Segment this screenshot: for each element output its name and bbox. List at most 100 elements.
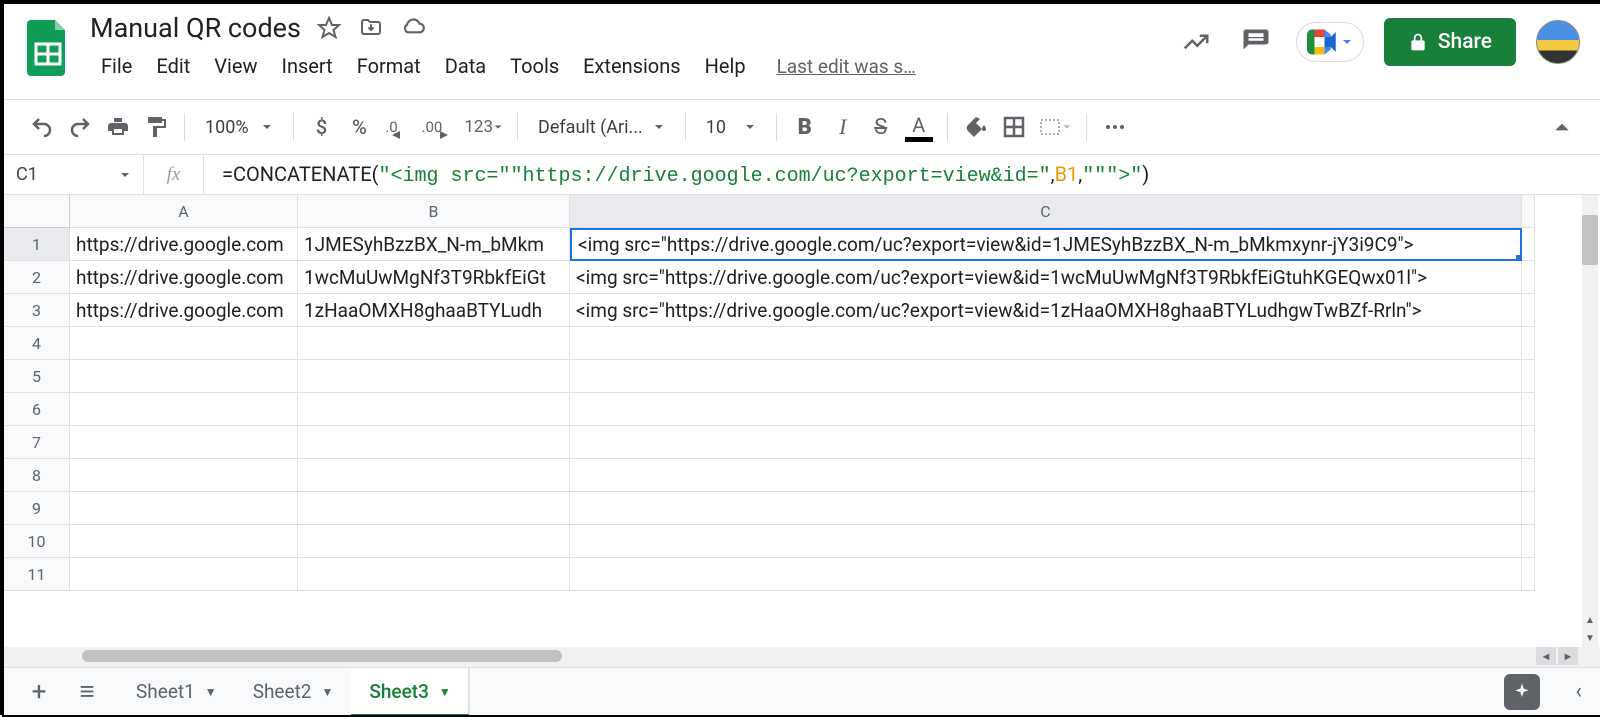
cell-B1[interactable]: 1JMESyhBzzBX_N-m_bMkm xyxy=(298,228,570,261)
menu-format[interactable]: Format xyxy=(346,50,432,82)
cell-extra[interactable] xyxy=(1522,492,1535,525)
scroll-thumb[interactable] xyxy=(1582,215,1598,265)
print-button[interactable] xyxy=(100,109,136,145)
cell-B11[interactable] xyxy=(298,558,570,591)
comments-icon[interactable] xyxy=(1236,22,1276,62)
cell-C7[interactable] xyxy=(570,426,1522,459)
share-button[interactable]: Share xyxy=(1384,18,1516,66)
user-avatar[interactable] xyxy=(1536,20,1580,64)
decrease-decimal-button[interactable]: .0 xyxy=(380,109,416,145)
menu-data[interactable]: Data xyxy=(434,50,497,82)
menu-view[interactable]: View xyxy=(203,50,268,82)
cell-extra[interactable] xyxy=(1522,360,1535,393)
bold-button[interactable]: B xyxy=(787,109,823,145)
increase-decimal-button[interactable]: .00 xyxy=(418,109,459,145)
last-edit-link[interactable]: Last edit was s… xyxy=(777,55,916,78)
meet-button[interactable] xyxy=(1296,22,1364,62)
menu-tools[interactable]: Tools xyxy=(499,50,570,82)
hscroll-thumb[interactable] xyxy=(82,650,562,662)
star-icon[interactable] xyxy=(315,14,343,42)
cell-extra[interactable] xyxy=(1522,393,1535,426)
cell-extra[interactable] xyxy=(1522,426,1535,459)
col-header-A[interactable]: A xyxy=(70,195,298,228)
text-color-button[interactable]: A xyxy=(901,109,937,145)
menu-extensions[interactable]: Extensions xyxy=(572,50,691,82)
font-dropdown[interactable]: Default (Ari... xyxy=(528,117,675,138)
cell-B4[interactable] xyxy=(298,327,570,360)
cell-B2[interactable]: 1wcMuUwMgNf3T9RbkfEiGt xyxy=(298,261,570,294)
sheet-tab-Sheet1[interactable]: Sheet1 ▼ xyxy=(118,668,235,715)
sheet-tab-caret-icon[interactable]: ▼ xyxy=(205,685,217,699)
undo-button[interactable] xyxy=(24,109,60,145)
cell-B5[interactable] xyxy=(298,360,570,393)
cell-A7[interactable] xyxy=(70,426,298,459)
cell-C3[interactable]: <img src="https://drive.google.com/uc?ex… xyxy=(570,294,1522,327)
scroll-right-icon[interactable]: ► xyxy=(1558,647,1578,665)
sheet-tab-Sheet3[interactable]: Sheet3 ▼ xyxy=(351,668,468,715)
cell-A4[interactable] xyxy=(70,327,298,360)
merge-button[interactable] xyxy=(1034,109,1076,145)
col-header-extra[interactable] xyxy=(1522,195,1535,228)
cell-C10[interactable] xyxy=(570,525,1522,558)
col-header-B[interactable]: B xyxy=(298,195,570,228)
cell-extra[interactable] xyxy=(1522,558,1535,591)
cloud-status-icon[interactable] xyxy=(399,14,427,42)
italic-button[interactable]: I xyxy=(825,109,861,145)
activity-icon[interactable] xyxy=(1176,22,1216,62)
cell-A10[interactable] xyxy=(70,525,298,558)
sheet-tab-caret-icon[interactable]: ▼ xyxy=(321,685,333,699)
row-header-9[interactable]: 9 xyxy=(4,492,70,525)
all-sheets-button[interactable]: ≡ xyxy=(70,676,104,707)
cell-C5[interactable] xyxy=(570,360,1522,393)
row-header-2[interactable]: 2 xyxy=(4,261,70,294)
horizontal-scrollbar[interactable]: ◄► xyxy=(4,647,1600,667)
cell-B9[interactable] xyxy=(298,492,570,525)
collapse-side-button[interactable]: ‹ xyxy=(1575,679,1582,704)
menu-file[interactable]: File xyxy=(90,50,143,82)
row-header-5[interactable]: 5 xyxy=(4,360,70,393)
explore-button[interactable] xyxy=(1504,674,1540,710)
collapse-toolbar-button[interactable] xyxy=(1544,109,1580,145)
cell-C2[interactable]: <img src="https://drive.google.com/uc?ex… xyxy=(570,261,1522,294)
sheet-tab-Sheet2[interactable]: Sheet2 ▼ xyxy=(235,668,352,715)
name-box[interactable]: C1 xyxy=(4,155,144,194)
borders-button[interactable] xyxy=(996,109,1032,145)
cell-B8[interactable] xyxy=(298,459,570,492)
col-header-C[interactable]: C xyxy=(570,195,1522,228)
cell-extra[interactable] xyxy=(1522,459,1535,492)
scroll-left-icon[interactable]: ◄ xyxy=(1536,647,1556,665)
cell-A6[interactable] xyxy=(70,393,298,426)
add-sheet-button[interactable]: + xyxy=(22,677,56,707)
row-header-8[interactable]: 8 xyxy=(4,459,70,492)
cell-B7[interactable] xyxy=(298,426,570,459)
row-header-1[interactable]: 1 xyxy=(4,228,70,261)
cell-A2[interactable]: https://drive.google.com xyxy=(70,261,298,294)
cell-A3[interactable]: https://drive.google.com xyxy=(70,294,298,327)
row-header-10[interactable]: 10 xyxy=(4,525,70,558)
row-header-11[interactable]: 11 xyxy=(4,558,70,591)
sheets-logo[interactable] xyxy=(24,18,72,78)
row-header-4[interactable]: 4 xyxy=(4,327,70,360)
cell-C11[interactable] xyxy=(570,558,1522,591)
cell-extra[interactable] xyxy=(1522,228,1535,261)
cell-B10[interactable] xyxy=(298,525,570,558)
menu-help[interactable]: Help xyxy=(694,50,757,82)
cell-A1[interactable]: https://drive.google.com xyxy=(70,228,298,261)
cell-A11[interactable] xyxy=(70,558,298,591)
row-header-6[interactable]: 6 xyxy=(4,393,70,426)
cell-extra[interactable] xyxy=(1522,327,1535,360)
row-header-7[interactable]: 7 xyxy=(4,426,70,459)
cell-A5[interactable] xyxy=(70,360,298,393)
doc-title[interactable]: Manual QR codes xyxy=(90,12,301,44)
cell-C1[interactable]: <img src="https://drive.google.com/uc?ex… xyxy=(570,228,1522,261)
cell-C4[interactable] xyxy=(570,327,1522,360)
strikethrough-button[interactable]: S xyxy=(863,109,899,145)
redo-button[interactable] xyxy=(62,109,98,145)
cell-B6[interactable] xyxy=(298,393,570,426)
move-icon[interactable] xyxy=(357,14,385,42)
vertical-scrollbar[interactable]: ▲ ▼ xyxy=(1582,195,1598,647)
menu-edit[interactable]: Edit xyxy=(145,50,201,82)
font-size-dropdown[interactable]: 10 xyxy=(696,117,766,138)
paint-format-button[interactable] xyxy=(138,109,174,145)
cell-C9[interactable] xyxy=(570,492,1522,525)
